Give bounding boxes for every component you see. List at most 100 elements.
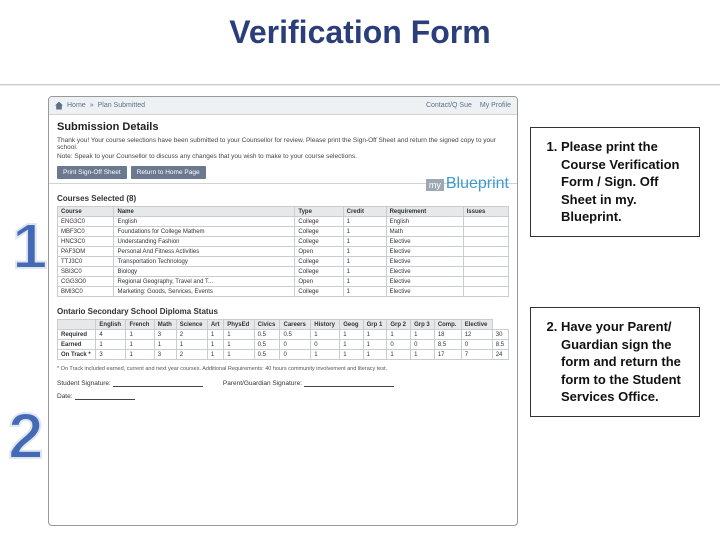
table-cell: 8.5 — [492, 340, 508, 350]
diploma-col-header: Math — [154, 320, 176, 330]
courses-col-header: Course — [58, 207, 114, 217]
breadcrumb-home[interactable]: Home — [67, 102, 86, 109]
table-cell: 1 — [363, 340, 387, 350]
table-cell: Biology — [114, 267, 295, 277]
diploma-col-header: French — [126, 320, 154, 330]
table-cell — [463, 257, 508, 267]
profile-link[interactable]: My Profile — [480, 102, 511, 109]
return-home-button[interactable]: Return to Home Page — [131, 166, 206, 179]
table-cell: 1 — [411, 350, 435, 360]
table-cell: 1 — [224, 330, 254, 340]
table-cell: HNC3C0 — [58, 237, 114, 247]
callout-2-text: Have your Parent/ Guardian sign the form… — [561, 318, 687, 406]
divider — [0, 84, 720, 86]
contact-link[interactable]: Contact/Q Sue — [426, 102, 472, 109]
table-cell: 1 — [224, 340, 254, 350]
diploma-col-header: Comp. — [434, 320, 461, 330]
courses-col-header: Type — [295, 207, 343, 217]
logo-blueprint: Blueprint — [446, 175, 509, 193]
courses-col-header: Credit — [343, 207, 386, 217]
parent-signature-label: Parent/Guardian Signature: — [223, 380, 302, 387]
diploma-col-header: Geog — [340, 320, 363, 330]
table-cell: 1 — [207, 340, 223, 350]
table-cell: 4 — [96, 330, 126, 340]
table-cell: College — [295, 227, 343, 237]
courses-col-header: Name — [114, 207, 295, 217]
table-cell: 1 — [363, 350, 387, 360]
table-cell: 1 — [311, 350, 340, 360]
table-cell: Regional Geography, Travel and T... — [114, 277, 295, 287]
table-cell: MBF3C0 — [58, 227, 114, 237]
parent-signature-line — [304, 386, 394, 387]
diploma-status-section: Ontario Secondary School Diploma Status … — [49, 301, 517, 364]
table-cell: Elective — [386, 287, 463, 297]
table-cell: 1 — [340, 330, 363, 340]
table-cell: College — [295, 217, 343, 227]
table-cell: 0 — [387, 340, 411, 350]
table-cell: 24 — [492, 350, 508, 360]
table-cell: 1 — [207, 350, 223, 360]
diploma-table: EnglishFrenchMathScienceArtPhysEdCivicsC… — [57, 319, 509, 360]
table-row: HNC3C0Understanding FashionCollege1Elect… — [58, 237, 509, 247]
table-cell — [463, 287, 508, 297]
submission-text-1: Thank you! Your course selections have b… — [57, 137, 509, 151]
table-cell: Foundations for College Mathem — [114, 227, 295, 237]
table-cell: 1 — [343, 217, 386, 227]
table-cell — [463, 237, 508, 247]
table-cell — [463, 277, 508, 287]
table-cell: 0 — [411, 340, 435, 350]
courses-table: CourseNameTypeCreditRequirementIssues EN… — [57, 206, 509, 297]
diploma-col-header: PhysEd — [224, 320, 254, 330]
table-cell: 1 — [340, 350, 363, 360]
table-cell: 1 — [343, 227, 386, 237]
table-cell: English — [386, 217, 463, 227]
breadcrumb: Home » Plan Submitted — [55, 102, 145, 110]
table-cell: 1 — [387, 350, 411, 360]
table-cell: 1 — [126, 330, 154, 340]
breadcrumb-sep: » — [90, 102, 94, 109]
courses-col-header: Issues — [463, 207, 508, 217]
table-cell: 2 — [176, 330, 207, 340]
table-cell: 1 — [126, 340, 154, 350]
date-line — [75, 399, 135, 400]
diploma-col-header: Civics — [254, 320, 280, 330]
table-row: ENG3C0EnglishCollege1English — [58, 217, 509, 227]
diploma-col-header: Careers — [280, 320, 311, 330]
courses-selected-section: Courses Selected (8) CourseNameTypeCredi… — [49, 184, 517, 301]
diploma-col-header: English — [96, 320, 126, 330]
table-cell: 1 — [154, 340, 176, 350]
table-cell: 0.5 — [280, 330, 311, 340]
breadcrumb-current: Plan Submitted — [98, 102, 145, 109]
table-cell: 1 — [343, 237, 386, 247]
table-cell: Elective — [386, 277, 463, 287]
diploma-heading: Ontario Secondary School Diploma Status — [57, 307, 509, 316]
table-cell: 0 — [280, 340, 311, 350]
logo-my: my — [426, 179, 444, 191]
table-cell: 1 — [176, 340, 207, 350]
table-cell: TTJ3C0 — [58, 257, 114, 267]
home-icon — [55, 102, 63, 110]
table-cell: 8.5 — [434, 340, 461, 350]
table-cell: Earned — [58, 340, 96, 350]
table-cell: 1 — [126, 350, 154, 360]
table-cell: 1 — [387, 330, 411, 340]
table-cell: 0.5 — [254, 340, 280, 350]
submission-text-2: Note: Speak to your Counsellor to discus… — [57, 153, 509, 160]
table-cell: Math — [386, 227, 463, 237]
table-cell: Personal And Fitness Activities — [114, 247, 295, 257]
diploma-col-header: Grp 3 — [411, 320, 435, 330]
table-row: TTJ3C0Transportation TechnologyCollege1E… — [58, 257, 509, 267]
diploma-col-header — [58, 320, 96, 330]
print-signoff-button[interactable]: Print Sign-Off Sheet — [57, 166, 127, 179]
table-cell: 1 — [311, 330, 340, 340]
table-cell: 1 — [343, 277, 386, 287]
table-cell: 1 — [363, 330, 387, 340]
table-cell: 0 — [461, 340, 492, 350]
diploma-col-header: History — [311, 320, 340, 330]
submission-heading: Submission Details — [57, 121, 509, 133]
table-cell — [463, 217, 508, 227]
table-cell: 3 — [154, 350, 176, 360]
table-row: CGG3O0Regional Geography, Travel and T..… — [58, 277, 509, 287]
callout-2: Have your Parent/ Guardian sign the form… — [530, 307, 700, 417]
footnote: * On Track included earned, current and … — [49, 364, 517, 374]
